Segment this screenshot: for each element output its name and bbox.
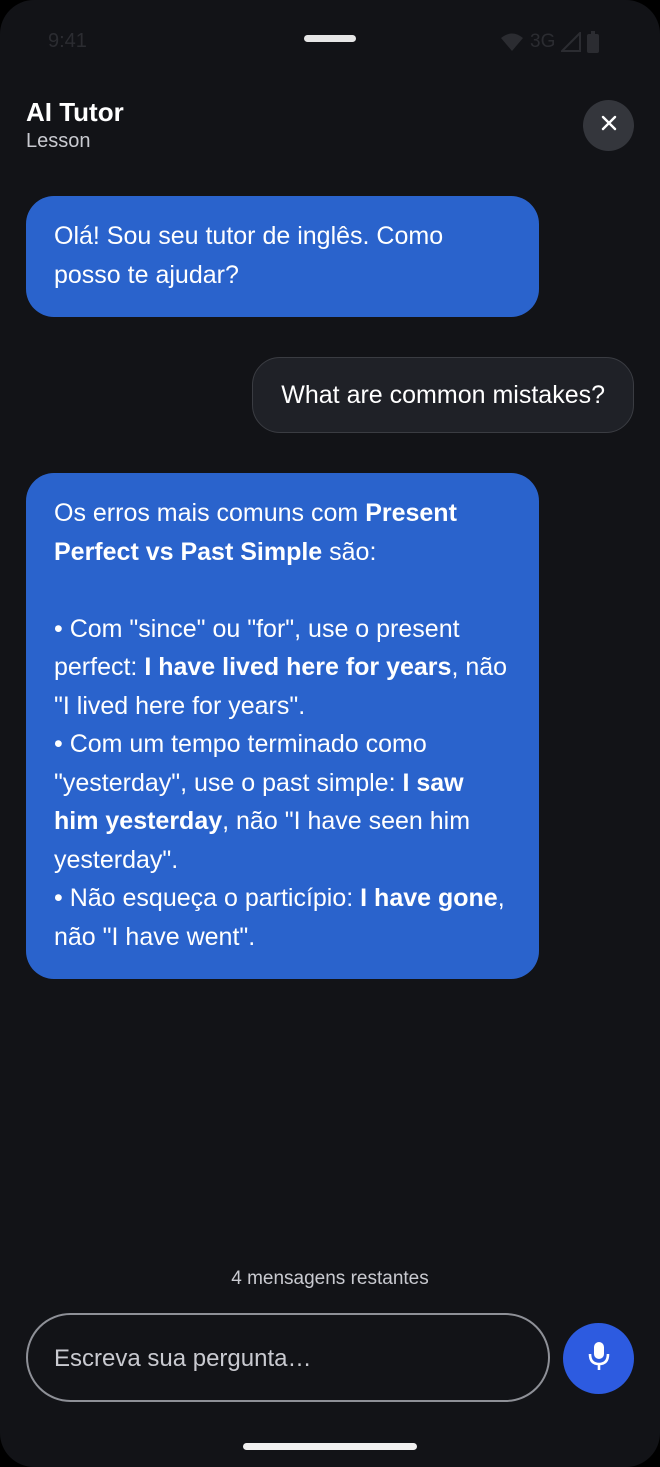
question-input-container[interactable] <box>26 1313 550 1402</box>
user-message: What are common mistakes? <box>252 357 634 433</box>
battery-icon <box>587 31 600 53</box>
tip-item: • Não esqueça o particípio: I have gone,… <box>54 879 511 956</box>
remaining-messages: 4 mensagens restantes <box>231 1268 429 1289</box>
microphone-button[interactable] <box>563 1323 634 1394</box>
close-button[interactable] <box>583 100 634 151</box>
tutor-message: Os erros mais comuns com Present Perfect… <box>26 473 539 979</box>
tip-example: I have gone <box>360 884 498 912</box>
question-input[interactable] <box>52 1315 526 1402</box>
message-text: Olá! Sou seu tutor de inglês. Como posso… <box>54 222 444 289</box>
system-icons: 3G <box>500 30 600 54</box>
tip-item: • Com um tempo terminado como "yesterday… <box>54 725 511 879</box>
intro-end: são: <box>322 537 377 566</box>
status-time: 9:41 <box>48 30 87 52</box>
status-bar: 9:41 3G <box>0 0 660 80</box>
home-indicator[interactable] <box>243 1443 417 1450</box>
microphone-icon <box>588 1341 610 1376</box>
wifi-icon <box>500 32 524 52</box>
signal-icon <box>561 32 582 52</box>
tip-example: I have lived here for years <box>144 653 452 681</box>
tip-item: • Com "since" ou "for", use o present pe… <box>54 610 511 726</box>
message-intro: Os erros mais comuns com Present Perfect… <box>54 494 511 571</box>
close-icon <box>601 115 617 136</box>
page-title: AI Tutor <box>26 97 124 127</box>
network-label: 3G <box>530 31 556 52</box>
tutor-message: Olá! Sou seu tutor de inglês. Como posso… <box>26 196 539 317</box>
page-subtitle: Lesson <box>26 130 91 152</box>
app-screen: 9:41 3G AI Tutor Lesson Olá! Sou seu tut… <box>0 0 660 1467</box>
tip-text: • Não esqueça o particípio: <box>54 884 361 912</box>
intro-text: Os erros mais comuns com <box>54 499 366 527</box>
message-text: What are common mistakes? <box>281 381 605 409</box>
tip-text: • Com um tempo terminado como "yesterday… <box>54 730 427 797</box>
camera-pill <box>304 35 356 42</box>
